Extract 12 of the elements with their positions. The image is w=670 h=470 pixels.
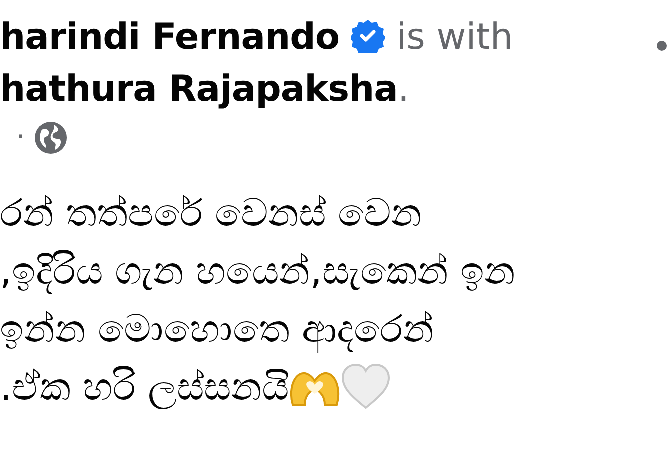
more-dot-icon[interactable] xyxy=(656,40,668,52)
heart-icon xyxy=(341,364,392,410)
tagged-name[interactable]: hathura Rajapaksha xyxy=(0,69,398,110)
author-name[interactable]: harindi Fernando xyxy=(0,17,340,58)
separator-text: · xyxy=(16,119,26,157)
post-text-line: ,ඉදිරිය ගැන හයෙන්,සැකෙන් ඉන xyxy=(0,248,516,296)
post-text-line: .ඒක හරි ලස්සනයි xyxy=(0,364,290,412)
with-text: is with xyxy=(396,17,514,58)
period-text: . xyxy=(398,69,410,110)
post-text-line: ඉන්න මොහොතෙ ආදරෙන් xyxy=(0,300,434,358)
globe-icon xyxy=(34,121,68,155)
post-text-line: රන් තත්පරේ වෙනස් වෙන xyxy=(0,190,422,237)
